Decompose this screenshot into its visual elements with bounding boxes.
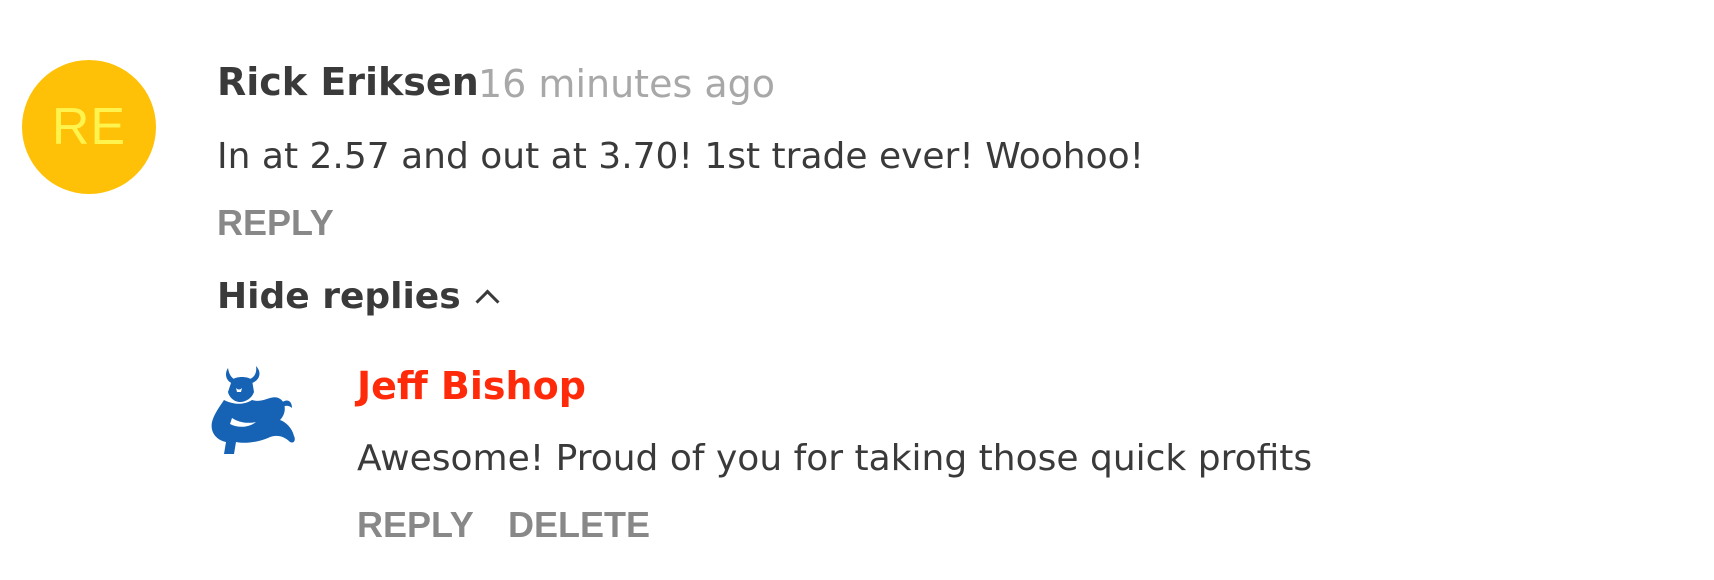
reply-reply-button[interactable]: REPLY <box>357 504 474 546</box>
comment-text: In at 2.57 and out at 3.70! 1st trade ev… <box>217 136 1145 177</box>
hide-replies-toggle[interactable]: Hide replies <box>217 276 500 317</box>
comment-author: Rick Eriksen <box>217 60 479 104</box>
comment-timestamp: 16 minutes ago <box>478 62 775 106</box>
chevron-up-icon <box>475 289 500 314</box>
bull-logo-icon <box>211 366 295 454</box>
delete-button[interactable]: DELETE <box>508 504 650 546</box>
reply-author: Jeff Bishop <box>357 364 586 408</box>
avatar: RE <box>22 60 156 194</box>
reply-text: Awesome! Proud of you for taking those q… <box>357 438 1313 479</box>
avatar-initials: RE <box>51 98 127 156</box>
hide-replies-label: Hide replies <box>217 276 461 317</box>
comment-thread: RE Rick Eriksen 16 minutes ago In at 2.5… <box>0 0 1714 580</box>
reply-button[interactable]: REPLY <box>217 202 334 244</box>
